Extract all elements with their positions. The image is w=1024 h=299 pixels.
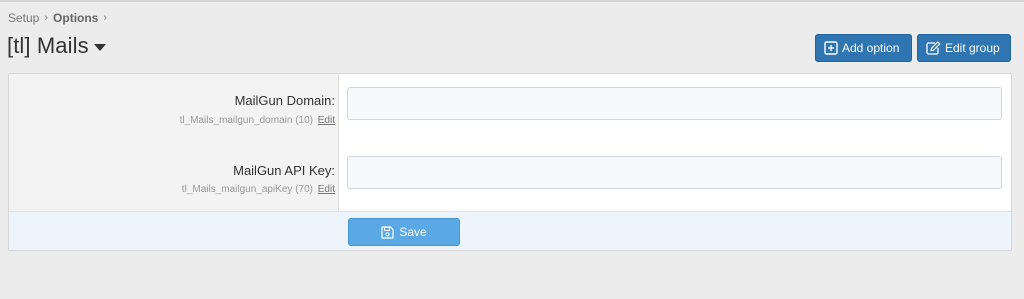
add-option-label: Add option [842,41,900,55]
save-button[interactable]: Save [348,218,460,246]
top-border [0,0,1024,2]
option-label-mailgun-domain: MailGun Domain: [234,93,335,108]
option-key-mailgun-api-key: tl_Mails_mailgun_apiKey (70) Edit [182,184,335,195]
form-footer: Save [9,211,1011,250]
page-title-dropdown[interactable]: [tl] Mails [7,33,106,59]
edit-option-link[interactable]: Edit [318,115,335,126]
option-key-text: tl_Mails_mailgun_apiKey (70) [181,184,313,195]
page-title: [tl] Mails [7,33,89,58]
breadcrumb: Setup › Options › [8,11,112,25]
mailgun-domain-input[interactable] [347,87,1002,120]
option-key-mailgun-domain: tl_Mails_mailgun_domain (10) Edit [180,115,335,126]
breadcrumb-separator: › [103,12,108,24]
plus-square-icon [824,41,838,55]
options-panel: MailGun Domain: tl_Mails_mailgun_domain … [8,73,1012,251]
breadcrumb-separator: › [44,12,49,24]
caret-down-icon[interactable] [93,44,106,51]
floppy-disk-icon [381,225,394,239]
breadcrumb-item-setup[interactable]: Setup [8,11,39,25]
option-key-text: tl_Mails_mailgun_domain (10) [179,115,313,126]
edit-option-link[interactable]: Edit [318,184,335,195]
save-label: Save [399,225,427,239]
edit-group-label: Edit group [945,41,1000,55]
add-option-button[interactable]: Add option [815,34,912,62]
option-label-mailgun-api-key: MailGun API Key: [233,163,335,178]
breadcrumb-item-options[interactable]: Options [53,11,98,25]
edit-group-button[interactable]: Edit group [917,34,1011,62]
mailgun-api-key-input[interactable] [347,156,1002,189]
edit-square-icon [926,41,941,55]
